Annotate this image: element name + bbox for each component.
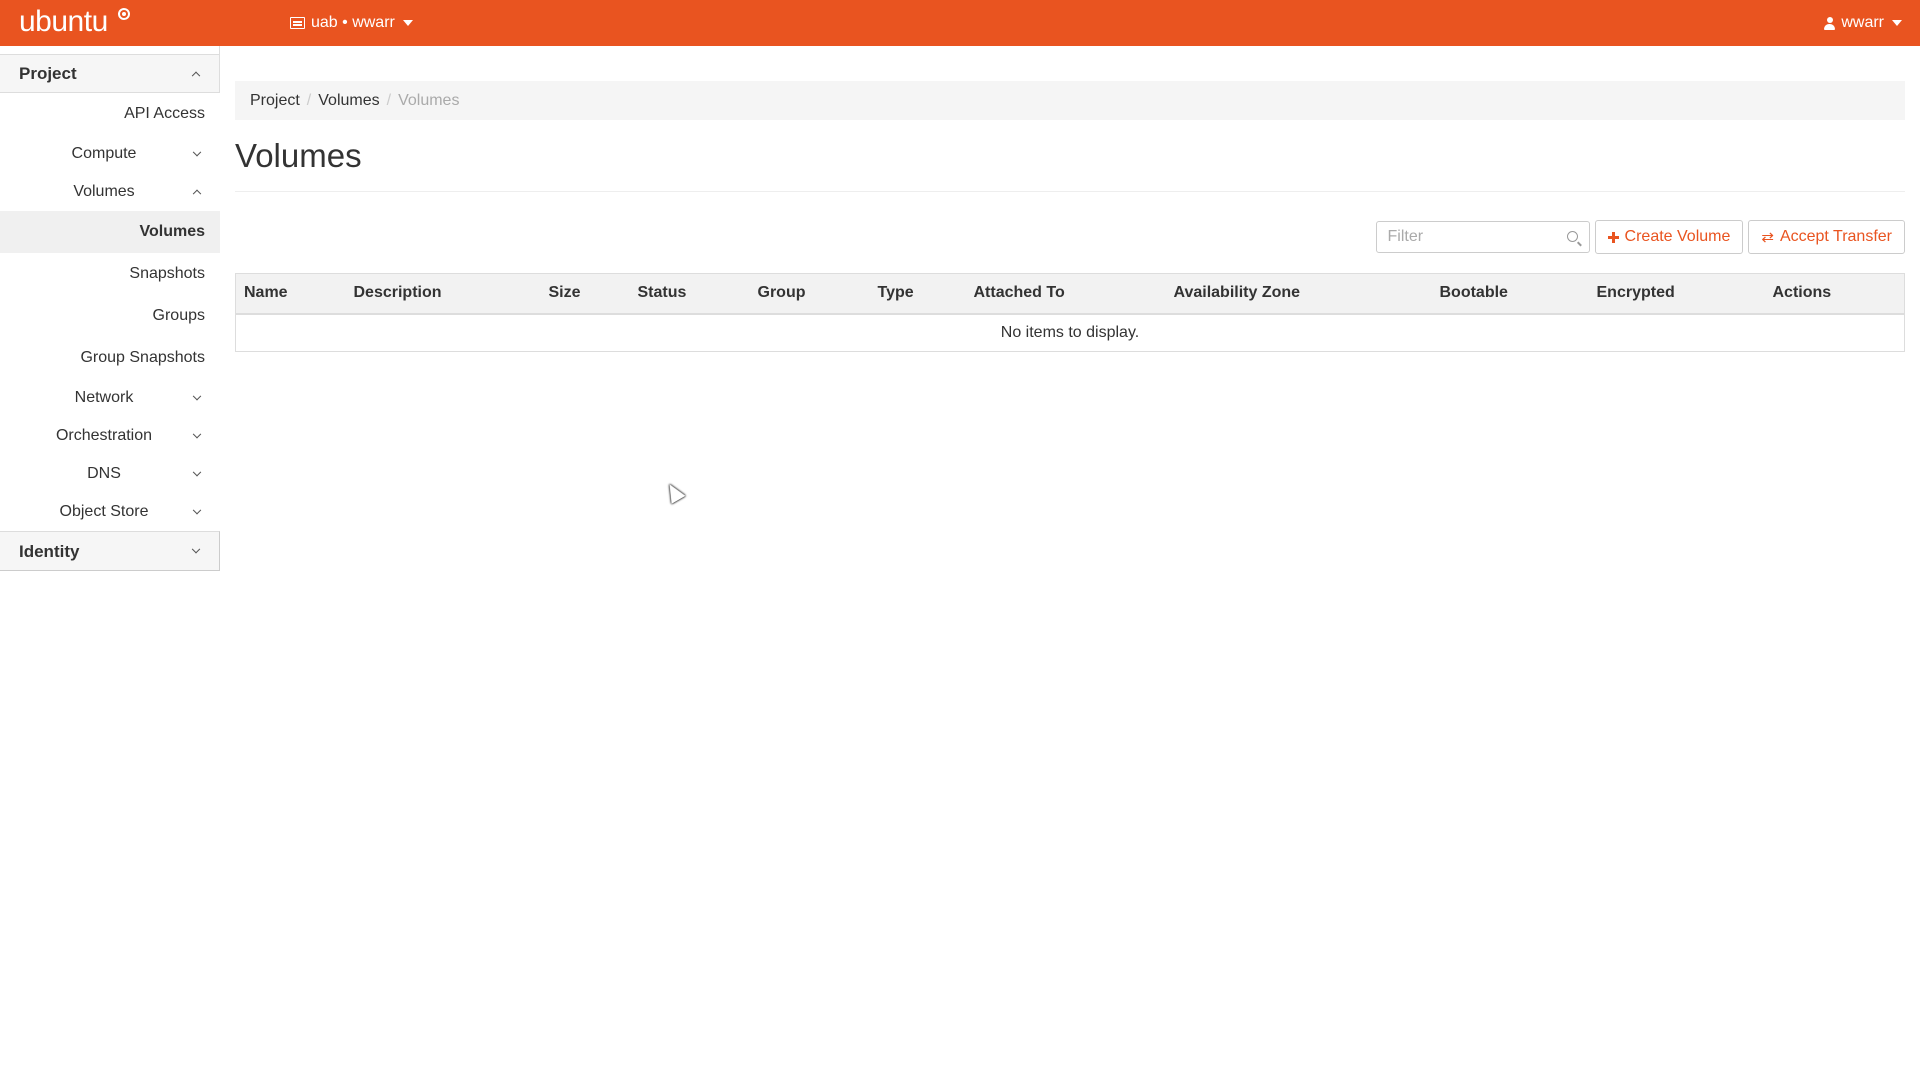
page-title: Volumes [235, 137, 362, 174]
filter-box [1375, 221, 1590, 253]
ubuntu-circle-icon [118, 8, 130, 20]
sidebar-section-label: Identity [19, 542, 80, 561]
exchange-icon: ⇄ [1761, 228, 1774, 246]
brand-logo[interactable]: ubuntu [19, 5, 108, 39]
sidebar-section-identity[interactable]: Identity [0, 531, 220, 571]
empty-message: No items to display. [1000, 323, 1140, 341]
sidebar-item-label: Volumes [73, 183, 135, 200]
create-volume-button[interactable]: Create Volume [1594, 220, 1744, 254]
project-switcher-label: uab • wwarr [311, 14, 395, 31]
sidebar-item-label: Groups [152, 307, 205, 324]
sidebar-item-compute[interactable]: Compute [0, 135, 220, 173]
create-volume-label: Create Volume [1624, 228, 1731, 245]
plus-icon [1607, 231, 1619, 243]
volumes-table: Name Description Size Status Group Type … [235, 273, 1905, 352]
sidebar-item-label: Orchestration [55, 427, 153, 444]
filter-input[interactable] [1376, 222, 1557, 252]
sidebar-item-object-store[interactable]: Object Store [0, 493, 220, 531]
caret-down-icon [402, 20, 413, 26]
breadcrumb: Project / Volumes / Volumes [235, 81, 1905, 120]
column-header-availability-zone[interactable]: Availability Zone [1165, 273, 1432, 315]
breadcrumb-separator: / [386, 91, 392, 109]
sidebar-item-volumes-group[interactable]: Volumes [0, 173, 220, 211]
chevron-down-icon [191, 544, 201, 554]
sidebar-item-network[interactable]: Network [0, 379, 220, 417]
project-list-icon [290, 17, 305, 29]
breadcrumb-item-volumes[interactable]: Volumes [318, 92, 379, 110]
sidebar-item-api-access[interactable]: API Access [0, 93, 220, 135]
sidebar-item-label: Group Snapshots [80, 349, 205, 366]
sidebar-item-group-snapshots[interactable]: Group Snapshots [0, 337, 220, 379]
project-switcher[interactable]: uab • wwarr [290, 13, 413, 33]
chevron-down-icon [192, 429, 202, 439]
column-header-encrypted[interactable]: Encrypted [1588, 273, 1765, 315]
column-header-actions: Actions [1764, 273, 1905, 315]
accept-transfer-button[interactable]: ⇄ Accept Transfer [1748, 220, 1905, 254]
top-navbar: ubuntu uab • wwarr wwarr [0, 0, 1920, 46]
chevron-up-icon [191, 71, 201, 80]
chevron-down-icon [192, 505, 202, 515]
column-header-attached-to[interactable]: Attached To [965, 273, 1166, 315]
caret-down-icon [1892, 20, 1902, 26]
sidebar-item-dns[interactable]: DNS [0, 455, 220, 493]
column-header-status[interactable]: Status [629, 273, 750, 315]
sidebar-divider [0, 46, 220, 55]
column-header-size[interactable]: Size [540, 273, 630, 315]
sidebar-item-label: Volumes [139, 223, 206, 240]
column-header-type[interactable]: Type [869, 273, 966, 315]
sidebar-section-label: Project [19, 64, 77, 83]
table-empty-row: No items to display. [236, 314, 1905, 352]
user-menu[interactable]: wwarr [1824, 13, 1902, 33]
chevron-down-icon [192, 147, 202, 157]
sidebar-item-volumes[interactable]: Volumes [0, 211, 220, 253]
sidebar-item-label: Network [74, 389, 134, 406]
sidebar-item-label: DNS [87, 465, 121, 482]
mouse-pointer-icon [662, 480, 686, 504]
sidebar-item-label: Compute [71, 145, 137, 162]
sidebar-item-label: API Access [124, 105, 205, 122]
search-icon[interactable] [1566, 231, 1578, 242]
breadcrumb-separator: / [306, 91, 312, 109]
user-name: wwarr [1841, 14, 1884, 31]
column-header-description[interactable]: Description [345, 273, 541, 315]
chevron-up-icon [192, 189, 202, 199]
title-divider [235, 191, 1905, 192]
column-header-name[interactable]: Name [235, 273, 346, 315]
sidebar-item-orchestration[interactable]: Orchestration [0, 417, 220, 455]
sidebar-item-groups[interactable]: Groups [0, 295, 220, 337]
accept-transfer-label: Accept Transfer [1779, 228, 1892, 245]
chevron-down-icon [192, 391, 202, 401]
column-header-bootable[interactable]: Bootable [1431, 273, 1589, 315]
sidebar-item-snapshots[interactable]: Snapshots [0, 253, 220, 295]
table-header-row: Name Description Size Status Group Type … [235, 273, 1905, 315]
breadcrumb-item-current: Volumes [398, 91, 460, 109]
sidebar-item-label: Object Store [59, 503, 149, 520]
column-header-group[interactable]: Group [749, 273, 870, 315]
sidebar-section-project[interactable]: Project [0, 55, 220, 93]
sidebar-item-label: Snapshots [129, 265, 205, 282]
breadcrumb-item-project[interactable]: Project [250, 92, 300, 110]
user-icon [1824, 16, 1836, 30]
chevron-down-icon [192, 467, 202, 477]
sidebar: Project API Access Compute Volumes Volum… [0, 46, 220, 571]
table-toolbar: Create Volume ⇄ Accept Transfer [1375, 220, 1905, 254]
